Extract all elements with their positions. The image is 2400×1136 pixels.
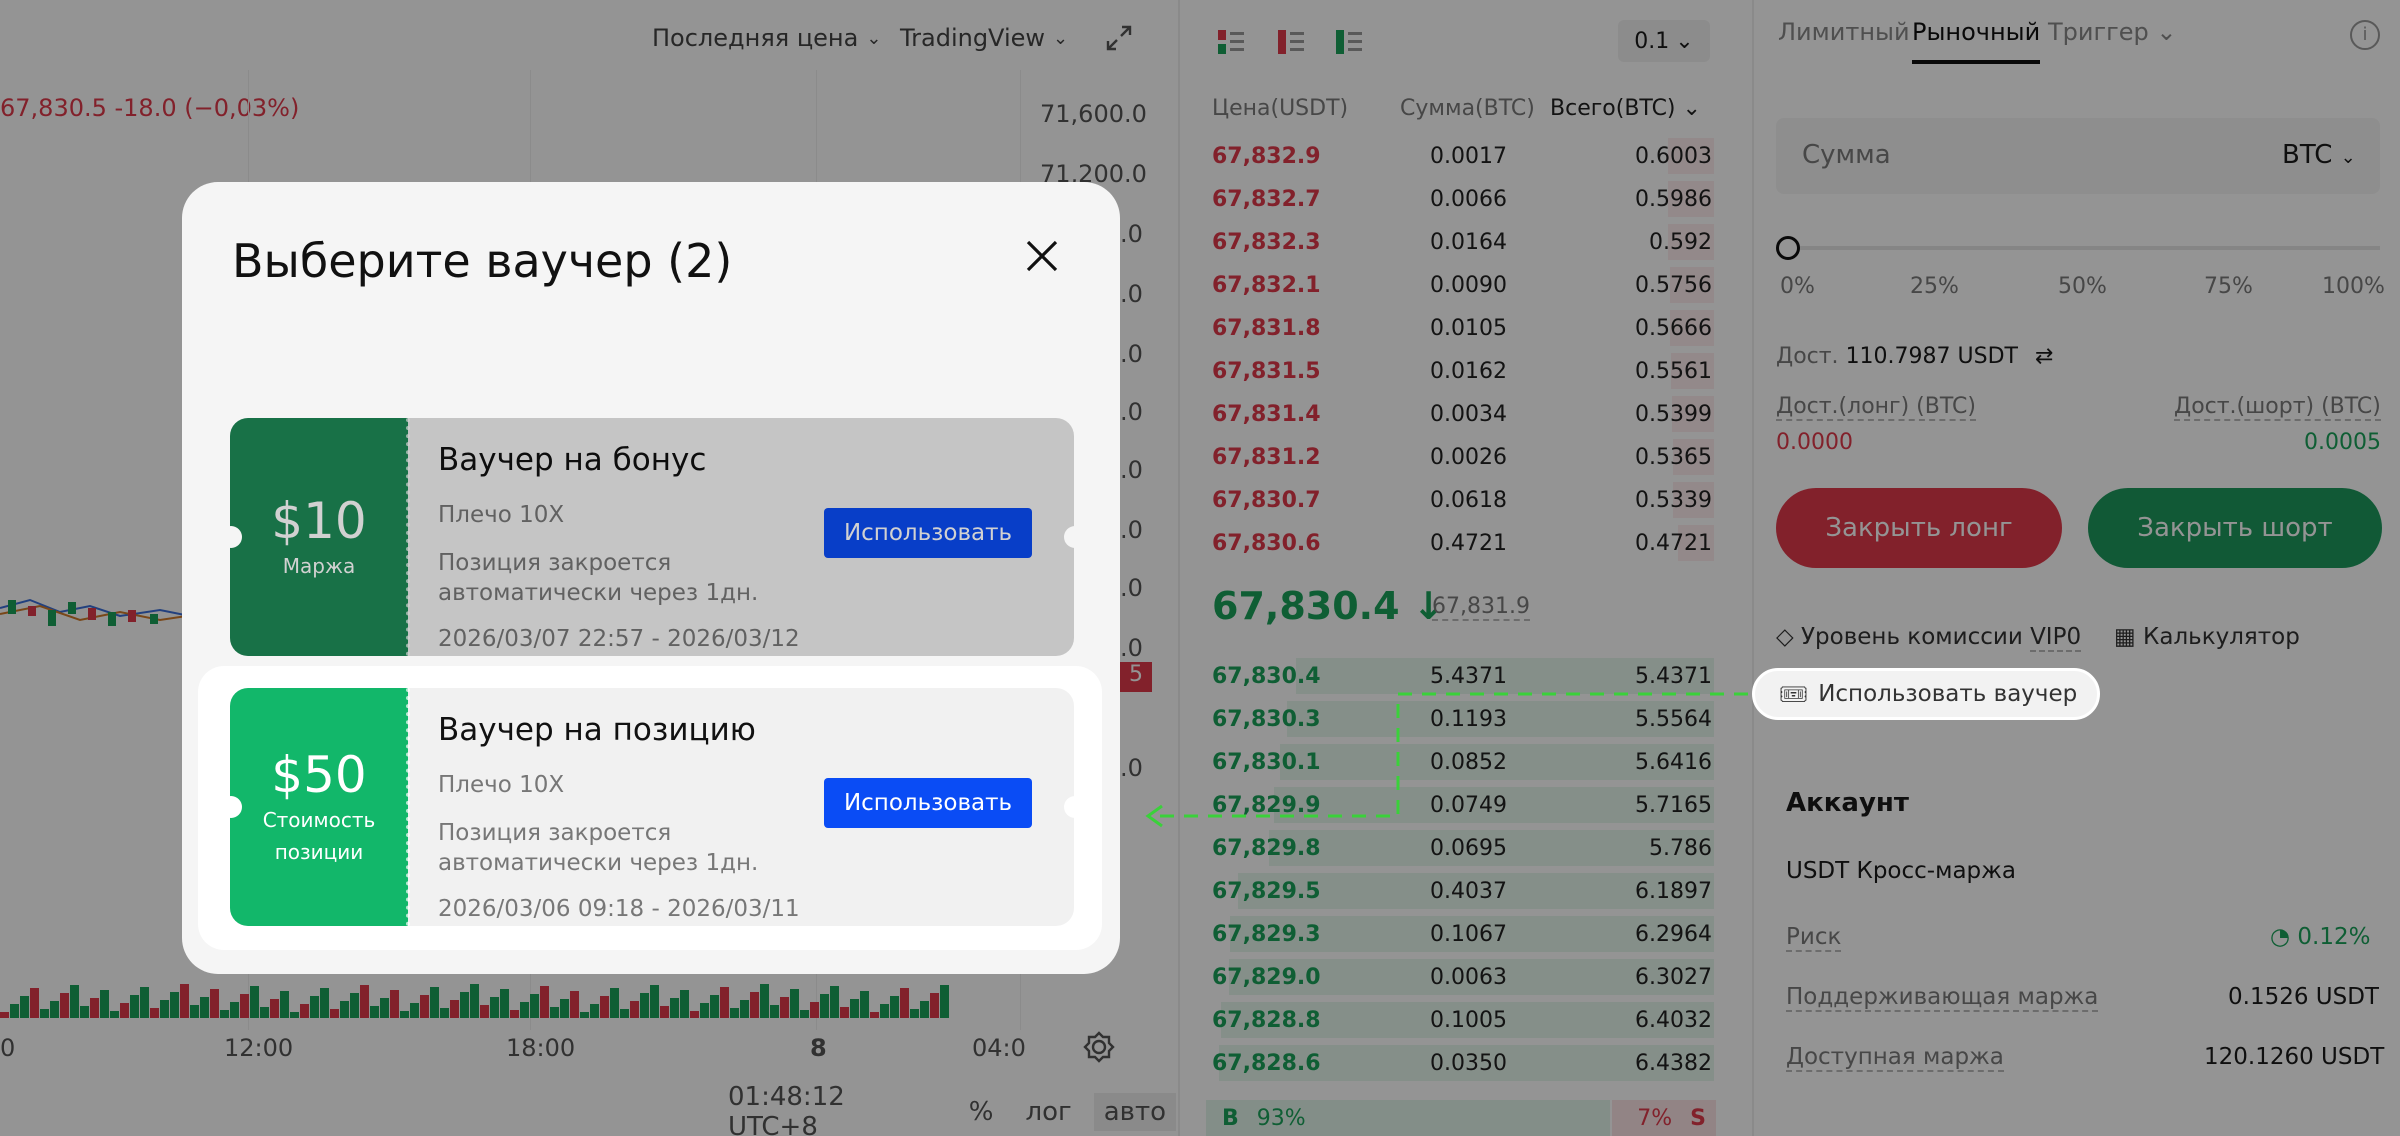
voucher-title: Ваучер на позицию	[438, 712, 756, 748]
voucher-card-position[interactable]: $50 Стоимость позиции Ваучер на позицию …	[230, 688, 1074, 926]
ticket-icon: 🎟	[1779, 681, 1809, 708]
voucher-dates: 2026/03/06 09:18 - 2026/03/11	[438, 896, 800, 922]
ticket-notch	[220, 526, 242, 548]
modal-title: Выберите ваучер (2)	[232, 234, 733, 288]
voucher-leverage: Плечо 10X	[438, 772, 565, 798]
callout-arrow	[1145, 692, 1748, 828]
use-voucher-label: Использовать ваучер	[1818, 681, 2078, 707]
close-icon[interactable]	[1020, 234, 1064, 278]
dim-layer	[230, 418, 1074, 656]
voucher-amount: $50	[271, 746, 367, 804]
use-voucher-link[interactable]: 🎟 Использовать ваучер	[1752, 668, 2100, 720]
ticket-notch	[1064, 526, 1086, 548]
perforation	[406, 688, 410, 926]
voucher-amount-label: Стоимость позиции	[262, 808, 376, 864]
ticket-notch	[1064, 796, 1086, 818]
voucher-value-stub: $50 Стоимость позиции	[230, 688, 408, 926]
voucher-description: Позиция закроется автоматически через 1д…	[438, 820, 759, 876]
ticket-notch	[220, 796, 242, 818]
use-voucher-button[interactable]: Использовать	[824, 778, 1032, 828]
